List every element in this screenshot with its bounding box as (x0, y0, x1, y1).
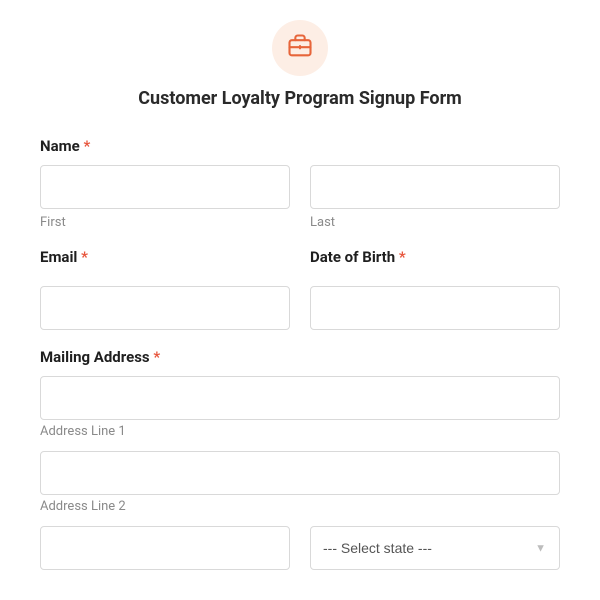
name-section: Name * First Last (40, 137, 560, 230)
first-name-sublabel: First (40, 215, 290, 230)
dob-input[interactable] (310, 286, 560, 330)
name-label-text: Name (40, 137, 80, 155)
briefcase-icon (286, 32, 314, 64)
form-header: Customer Loyalty Program Signup Form (40, 20, 560, 109)
last-name-sublabel: Last (310, 215, 560, 230)
last-name-input[interactable] (310, 165, 560, 209)
address-line2-sublabel: Address Line 2 (40, 499, 126, 514)
first-name-input[interactable] (40, 165, 290, 209)
required-mark: * (153, 348, 160, 366)
required-mark: * (399, 248, 406, 266)
header-icon-circle (272, 20, 328, 76)
address-line1-input[interactable] (40, 376, 560, 420)
address-line2-input[interactable] (40, 451, 560, 495)
dob-label: Date of Birth * (310, 248, 560, 266)
form-container: Customer Loyalty Program Signup Form Nam… (0, 0, 600, 570)
city-input[interactable] (40, 526, 290, 570)
state-select[interactable]: --- Select state --- (310, 526, 560, 570)
address-section: Mailing Address * Address Line 1 Address… (40, 348, 560, 570)
email-input[interactable] (40, 286, 290, 330)
required-mark: * (83, 137, 90, 155)
address-label-text: Mailing Address (40, 348, 150, 366)
required-mark: * (81, 248, 88, 266)
dob-label-text: Date of Birth (310, 248, 395, 266)
email-label: Email * (40, 248, 290, 266)
form-title: Customer Loyalty Program Signup Form (40, 88, 560, 109)
address-line1-sublabel: Address Line 1 (40, 424, 126, 439)
address-label: Mailing Address * (40, 348, 560, 366)
name-label: Name * (40, 137, 560, 155)
email-dob-section: Email * Date of Birth * (40, 248, 560, 330)
email-label-text: Email (40, 248, 77, 266)
